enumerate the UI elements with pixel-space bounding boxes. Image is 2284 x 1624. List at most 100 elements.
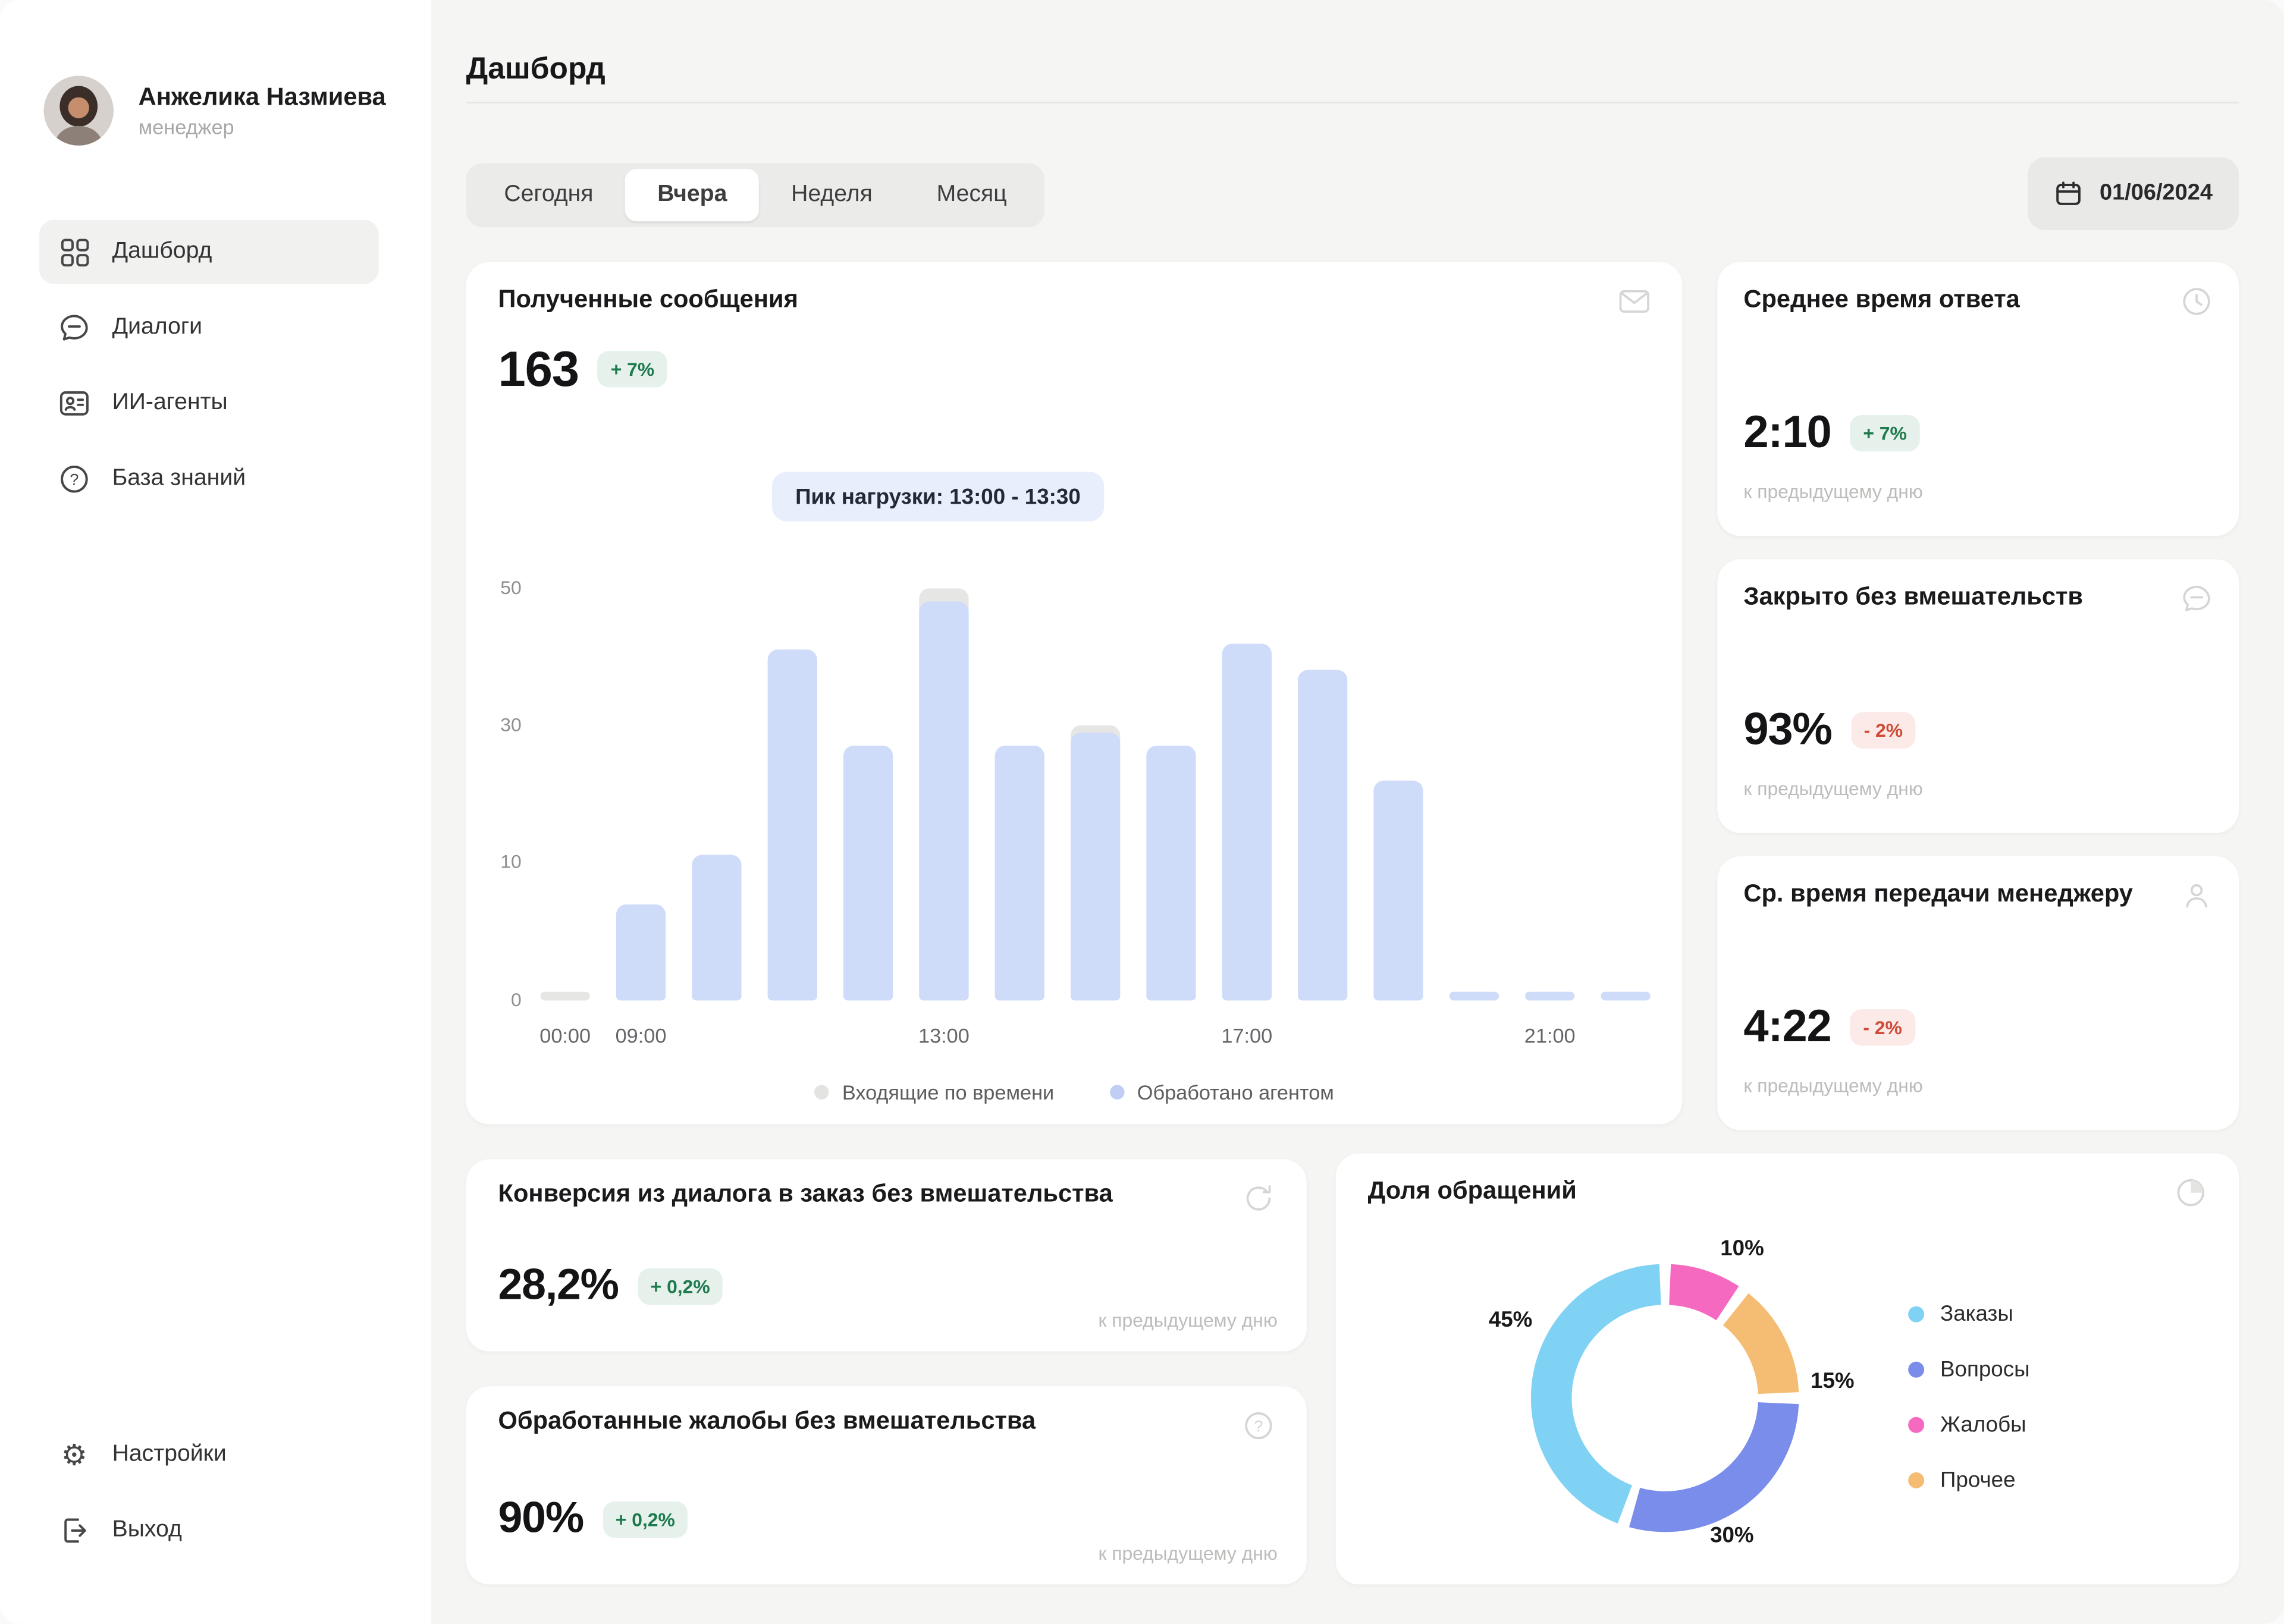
svg-text:?: ? bbox=[1254, 1417, 1263, 1435]
sidebar-item-logout[interactable]: Выход bbox=[39, 1499, 379, 1563]
kpi-delta-badge: + 7% bbox=[1850, 415, 1920, 451]
chart-bar bbox=[768, 650, 817, 1000]
legend-item: Жалобы bbox=[1908, 1408, 2029, 1440]
complaints-delta-badge: + 0,2% bbox=[603, 1502, 688, 1538]
chart-legend: Входящие по времени Обработано агентом bbox=[466, 1080, 1683, 1104]
legend-label: Жалобы bbox=[1940, 1412, 2026, 1437]
chart-bar bbox=[1222, 643, 1272, 1000]
manager-handoff-time-card: Ср. время передачи менеджеру 4:22 - 2% к… bbox=[1717, 856, 2239, 1130]
legend-dot bbox=[1908, 1416, 1924, 1433]
y-axis-tick: 10 bbox=[472, 849, 521, 875]
chat-icon bbox=[58, 312, 90, 344]
legend-item: Обработано агентом bbox=[1109, 1080, 1334, 1104]
chart-bar bbox=[1298, 671, 1347, 1001]
x-axis-tick: 21:00 bbox=[1492, 1024, 1608, 1047]
chart-bar bbox=[1601, 992, 1650, 1001]
conversion-value: 28,2% bbox=[498, 1258, 619, 1314]
conversion-delta-badge: + 0,2% bbox=[638, 1268, 723, 1305]
tab-today[interactable]: Сегодня bbox=[472, 169, 625, 221]
chart-bar bbox=[616, 904, 666, 1001]
legend-dot bbox=[1908, 1361, 1924, 1377]
chart-bar bbox=[919, 602, 968, 1000]
calendar-icon bbox=[2054, 179, 2084, 208]
card-title: Доля обращений bbox=[1368, 1177, 1577, 1206]
tab-month[interactable]: Месяц bbox=[905, 169, 1039, 221]
kpi-value: 93% bbox=[1743, 702, 1831, 757]
user-role: менеджер bbox=[139, 113, 386, 141]
clock-icon bbox=[2181, 285, 2213, 318]
donut-label-orders: 45% bbox=[1489, 1308, 1533, 1333]
y-axis-tick: 0 bbox=[472, 987, 521, 1013]
grid-icon bbox=[58, 236, 90, 268]
tab-yesterday[interactable]: Вчера bbox=[625, 169, 759, 221]
donut-chart bbox=[1527, 1259, 1803, 1536]
pie-icon bbox=[2175, 1177, 2207, 1209]
main-area: Дашборд Сегодня Вчера Неделя Месяц 01/06… bbox=[431, 0, 2284, 1624]
sidebar: Анжелика Назмиева менеджер Дашборд bbox=[0, 0, 431, 1624]
sidebar-item-label: Диалоги bbox=[112, 315, 202, 341]
kpi-delta-badge: - 2% bbox=[1851, 712, 1916, 749]
chart-bar bbox=[1146, 746, 1196, 1000]
date-value: 01/06/2024 bbox=[2100, 181, 2213, 207]
legend-label: Прочее bbox=[1940, 1467, 2015, 1492]
sidebar-item-settings[interactable]: ⚙ Настройки bbox=[39, 1423, 379, 1487]
donut-label-other: 15% bbox=[1811, 1369, 1855, 1394]
sidebar-menu: Дашборд Диалоги bbox=[39, 220, 379, 511]
messages-card: Полученные сообщения 163 + 7% Пик нагруз… bbox=[466, 262, 1683, 1124]
card-title: Закрыто без вмешательств bbox=[1743, 583, 2083, 612]
y-axis-tick: 30 bbox=[472, 712, 521, 739]
chart-bar bbox=[1071, 732, 1120, 1000]
x-axis-tick: 13:00 bbox=[886, 1024, 1002, 1047]
date-picker[interactable]: 01/06/2024 bbox=[2028, 157, 2239, 230]
period-tabs: Сегодня Вчера Неделя Месяц bbox=[466, 163, 1045, 227]
header-divider bbox=[466, 102, 2239, 103]
sidebar-item-label: ИИ-агенты bbox=[112, 390, 228, 416]
kpi-caption: к предыдущему дню bbox=[1743, 778, 1922, 800]
chart-bar bbox=[843, 746, 893, 1000]
sidebar-item-label: Выход bbox=[112, 1518, 182, 1544]
sidebar-item-ai-agents[interactable]: ИИ-агенты bbox=[39, 371, 379, 435]
user-name: Анжелика Назмиева bbox=[139, 81, 386, 113]
chart-bar bbox=[1373, 780, 1423, 1001]
legend-item: Заказы bbox=[1908, 1298, 2029, 1330]
refresh-icon bbox=[1243, 1183, 1275, 1215]
logout-icon bbox=[58, 1515, 90, 1547]
kpi-delta-badge: - 2% bbox=[1850, 1009, 1915, 1045]
person-icon bbox=[2181, 879, 2213, 912]
sidebar-item-label: Дашборд bbox=[112, 239, 212, 265]
kpi-caption: к предыдущему дню bbox=[1743, 1075, 1922, 1097]
card-title: Обработанные жалобы без вмешательства bbox=[498, 1407, 1036, 1436]
y-axis-tick: 50 bbox=[472, 575, 521, 601]
closed-without-intervention-card: Закрыто без вмешательств 93% - 2% к пред… bbox=[1717, 559, 2239, 833]
sidebar-item-dashboard[interactable]: Дашборд bbox=[39, 220, 379, 284]
tab-week[interactable]: Неделя bbox=[759, 169, 904, 221]
chart-bar bbox=[1450, 992, 1499, 1001]
chart-bar bbox=[692, 855, 741, 1000]
sidebar-footer-menu: ⚙ Настройки Выход bbox=[39, 1423, 379, 1563]
page-title: Дашборд bbox=[466, 52, 605, 87]
legend-item: Прочее bbox=[1908, 1463, 2029, 1496]
sidebar-item-knowledge-base[interactable]: ? База знаний bbox=[39, 447, 379, 511]
sidebar-item-dialogs[interactable]: Диалоги bbox=[39, 296, 379, 360]
complaints-card: Обработанные жалобы без вмешательства ? … bbox=[466, 1386, 1307, 1584]
donut-legend: Заказы Вопросы Жалобы Прочее bbox=[1908, 1298, 2029, 1496]
donut-label-questions: 30% bbox=[1710, 1524, 1754, 1548]
agent-card-icon bbox=[58, 387, 90, 419]
x-axis-tick: 09:00 bbox=[583, 1024, 699, 1047]
app-window: Анжелика Назмиева менеджер Дашборд bbox=[0, 0, 2284, 1624]
kpi-value: 2:10 bbox=[1743, 405, 1831, 460]
gear-icon: ⚙ bbox=[58, 1439, 90, 1471]
card-title: Конверсия из диалога в заказ без вмешате… bbox=[498, 1180, 1113, 1209]
card-caption: к предыдущему дню bbox=[1098, 1542, 1277, 1564]
sidebar-item-label: База знаний bbox=[112, 466, 246, 492]
donut-label-complaints: 10% bbox=[1720, 1236, 1764, 1261]
user-profile[interactable]: Анжелика Назмиева менеджер bbox=[43, 76, 385, 146]
legend-label: Входящие по времени bbox=[842, 1080, 1054, 1104]
question-circle-icon: ? bbox=[1243, 1410, 1275, 1442]
legend-item: Входящие по времени bbox=[814, 1080, 1054, 1104]
question-circle-icon: ? bbox=[58, 463, 90, 495]
kpi-value: 4:22 bbox=[1743, 999, 1831, 1054]
legend-item: Вопросы bbox=[1908, 1353, 2029, 1385]
legend-label: Заказы bbox=[1940, 1301, 2013, 1326]
card-title: Среднее время ответа bbox=[1743, 285, 2019, 315]
